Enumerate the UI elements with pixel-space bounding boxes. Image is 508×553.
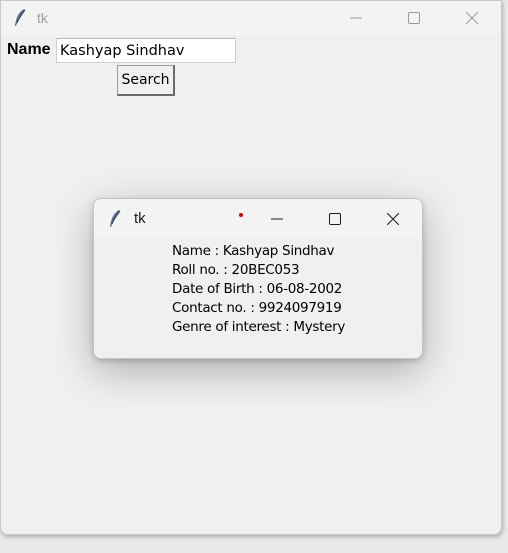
name-input[interactable] [56,38,236,63]
main-window-title: tk [37,10,48,26]
search-button[interactable]: Search [117,65,175,96]
name-label: Name [7,41,51,58]
tk-feather-icon [9,7,31,29]
maximize-button[interactable] [385,1,443,35]
minimize-icon [271,218,283,219]
popup-window-title: tk [134,210,146,227]
info-contact-no: Contact no. : 9924097919 [172,300,342,316]
maximize-icon [408,12,420,24]
main-window-controls [327,1,501,35]
popup-window: tk Name : Kashyap Sindhav Roll no. : 20B… [93,198,423,359]
popup-close-button[interactable] [364,199,422,238]
info-roll-no: Roll no. : 20BEC053 [172,262,300,278]
popup-minimize-button[interactable] [248,199,306,238]
indicator-dot [239,213,243,217]
info-name: Name : Kashyap Sindhav [172,243,335,259]
student-info: Name : Kashyap Sindhav Roll no. : 20BEC0… [172,242,345,337]
minimize-icon [350,17,362,19]
popup-titlebar[interactable]: tk [94,199,422,238]
close-icon [387,212,399,225]
close-icon [466,12,478,24]
popup-maximize-button[interactable] [306,199,364,238]
maximize-icon [329,212,341,225]
main-titlebar[interactable]: tk [1,1,501,35]
close-button[interactable] [443,1,501,35]
tk-feather-icon [104,208,126,230]
info-date-of-birth: Date of Birth : 06-08-2002 [172,281,343,297]
minimize-button[interactable] [327,1,385,35]
info-genre: Genre of interest : Mystery [172,319,346,335]
popup-window-controls [248,199,422,238]
